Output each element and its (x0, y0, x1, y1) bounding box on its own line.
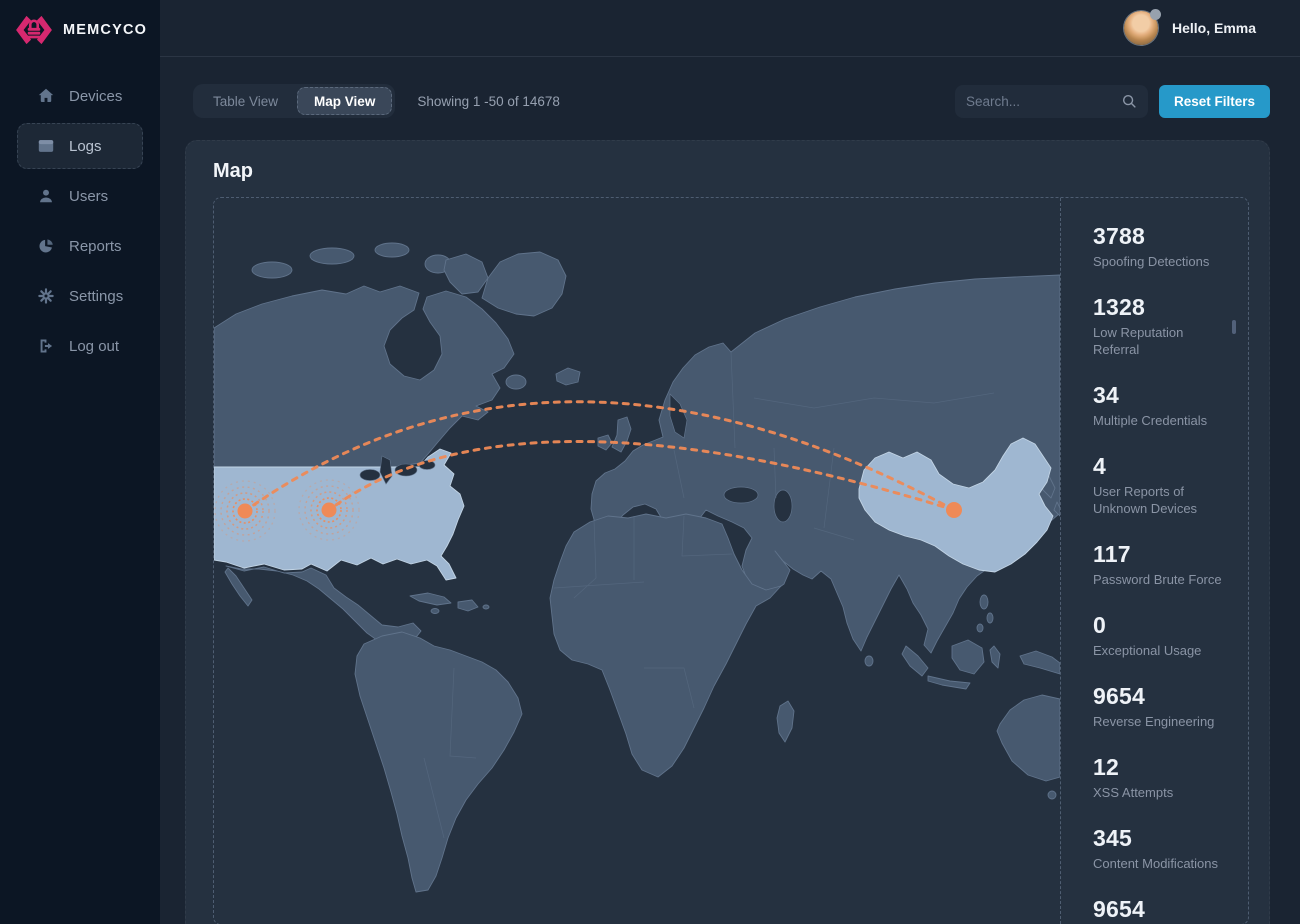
stats-scrollbar-thumb[interactable] (1232, 320, 1236, 334)
world-map-svg (214, 198, 1060, 924)
topbar: Hello, Emma (160, 0, 1300, 57)
stats-panel: 3788 Spoofing Detections 1328 Low Reputatio… (1061, 198, 1248, 924)
brand-name: MEMCYCO (63, 22, 147, 38)
brand-logo: MEMCYCO (0, 0, 160, 57)
showing-count-text: Showing 1 -50 of 14678 (417, 94, 560, 109)
memcyco-logo-icon (14, 10, 54, 50)
map-panel: 3788 Spoofing Detections 1328 Low Reputatio… (213, 197, 1249, 924)
stat-item: 4 User Reports of Unknown Devices (1093, 454, 1234, 518)
reset-filters-button[interactable]: Reset Filters (1159, 85, 1270, 118)
origin-marker-china[interactable] (946, 502, 962, 518)
content: Table View Map View Showing 1 -50 of 146… (160, 57, 1300, 924)
table-view-button[interactable]: Table View (196, 87, 295, 115)
stat-item: 0 Exceptional Usage (1093, 613, 1234, 660)
stat-value: 345 (1093, 826, 1234, 850)
stat-label: Content Modifications (1093, 856, 1233, 873)
sidebar-item-label: Users (69, 188, 108, 205)
sidebar-item-logs[interactable]: Logs (17, 123, 143, 169)
user-greeting: Hello, Emma (1172, 20, 1256, 36)
stat-value: 9654 (1093, 684, 1234, 708)
sidebar-item-label: Reports (69, 238, 122, 255)
home-icon (37, 87, 55, 105)
stat-value: 1328 (1093, 295, 1234, 319)
sidebar-nav: Devices Logs Users Reports Settings Log out (0, 73, 160, 373)
pie-chart-icon (37, 237, 55, 255)
users-icon (37, 187, 55, 205)
stat-label: XSS Attempts (1093, 785, 1233, 802)
stat-item: 345 Content Modifications (1093, 826, 1234, 873)
gear-icon (37, 287, 55, 305)
sidebar-item-devices[interactable]: Devices (17, 73, 143, 119)
stat-value: 4 (1093, 454, 1234, 478)
map-card-title: Map (213, 158, 1269, 184)
stat-item: 1328 Low Reputation Referral (1093, 295, 1234, 359)
world-map[interactable] (214, 198, 1060, 924)
stat-label: Low Reputation Referral (1093, 325, 1233, 359)
sidebar-item-users[interactable]: Users (17, 173, 143, 219)
sidebar-item-settings[interactable]: Settings (17, 273, 143, 319)
stat-item: 117 Password Brute Force (1093, 542, 1234, 589)
logout-icon (37, 337, 55, 355)
stats-panel-list: 3788 Spoofing Detections 1328 Low Reputatio… (1093, 224, 1234, 924)
sidebar-item-label: Logs (69, 138, 102, 155)
stat-item: 9654 Reverse Engineering (1093, 684, 1234, 731)
toolbar: Table View Map View Showing 1 -50 of 146… (185, 84, 1270, 118)
sidebar-item-label: Settings (69, 288, 123, 305)
stat-label: Exceptional Usage (1093, 643, 1233, 660)
search-input[interactable] (966, 94, 1113, 109)
sidebar-item-label: Devices (69, 88, 122, 105)
stat-value: 0 (1093, 613, 1234, 637)
stat-value: 3788 (1093, 224, 1234, 248)
stat-value: 9654 (1093, 897, 1234, 921)
stat-item: 9654Reverse Engineering (1093, 897, 1234, 924)
stat-label: User Reports of Unknown Devices (1093, 484, 1233, 518)
view-toggle: Table View Map View (193, 84, 395, 118)
stat-item: 3788 Spoofing Detections (1093, 224, 1234, 271)
stat-item: 34 Multiple Credentials (1093, 383, 1234, 430)
logs-icon (37, 137, 55, 155)
sidebar-item-reports[interactable]: Reports (17, 223, 143, 269)
stat-value: 12 (1093, 755, 1234, 779)
sidebar: MEMCYCO Devices Logs Users Reports Settings L… (0, 0, 160, 924)
stat-label: Password Brute Force (1093, 572, 1233, 589)
stat-label: Multiple Credentials (1093, 413, 1233, 430)
stat-item: 12 XSS Attempts (1093, 755, 1234, 802)
stat-value: 117 (1093, 542, 1234, 566)
avatar[interactable] (1124, 11, 1158, 45)
stat-label: Spoofing Detections (1093, 254, 1233, 271)
map-view-button[interactable]: Map View (297, 87, 392, 115)
search-box (955, 85, 1148, 118)
map-card: Map (185, 140, 1270, 924)
stat-label: Reverse Engineering (1093, 714, 1233, 731)
sidebar-item-log-out[interactable]: Log out (17, 323, 143, 369)
search-icon (1121, 93, 1137, 109)
sidebar-item-label: Log out (69, 338, 119, 355)
stat-value: 34 (1093, 383, 1234, 407)
